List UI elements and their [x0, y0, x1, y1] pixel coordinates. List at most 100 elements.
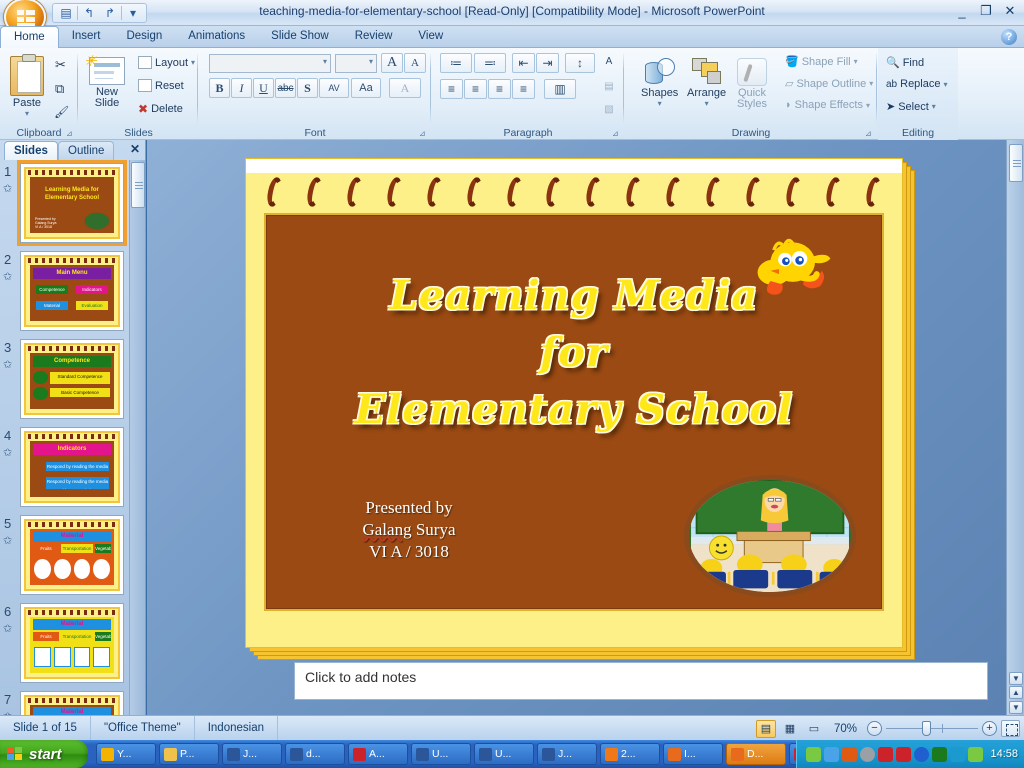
close-button[interactable]: ✕: [1002, 3, 1018, 19]
zoom-out-button[interactable]: −: [867, 721, 882, 736]
slide-area-scrollbar[interactable]: ▼ ▲ ▼: [1006, 140, 1024, 715]
shape-outline-button[interactable]: ▱ Shape Outline ▾: [785, 77, 873, 91]
taskbar-item[interactable]: J...: [537, 743, 597, 765]
taskbar-item[interactable]: J...: [222, 743, 282, 765]
thumbnail-image[interactable]: Material Fruits Transportation Vegetable…: [20, 515, 124, 595]
delete-button[interactable]: ✖ Delete: [138, 102, 183, 116]
scroll-down-icon[interactable]: ▼: [1009, 672, 1023, 685]
notes-pane[interactable]: Click to add notes: [294, 662, 988, 700]
taskbar-item[interactable]: P...: [159, 743, 219, 765]
shape-effects-button[interactable]: ◗ Shape Effects ▾: [785, 99, 870, 111]
strikethrough-button[interactable]: abc: [275, 78, 296, 98]
new-slide-button[interactable]: ✳ New Slide: [84, 53, 125, 109]
antivirus-icon[interactable]: [950, 746, 966, 762]
zoom-slider[interactable]: [886, 721, 978, 736]
panel-scrollbar-thumb[interactable]: [131, 162, 145, 208]
find-button[interactable]: 🔍 Find: [886, 56, 924, 70]
tab-home[interactable]: Home: [0, 26, 59, 48]
select-button[interactable]: ➤ Select ▾: [886, 100, 936, 114]
theme-status[interactable]: "Office Theme": [91, 715, 195, 741]
drawing-dialog-launcher[interactable]: ⊿: [865, 129, 874, 138]
slide-editing-area[interactable]: Learning Media for Elementary School Prese…: [147, 140, 1006, 715]
current-slide[interactable]: Learning Media for Elementary School Prese…: [245, 158, 915, 660]
italic-button[interactable]: I: [231, 78, 252, 98]
arrange-button[interactable]: Arrange ▾: [687, 58, 726, 108]
restore-button[interactable]: ❐: [978, 3, 994, 19]
quick-styles-button[interactable]: Quick Styles: [737, 58, 767, 110]
font-size-input[interactable]: [335, 54, 377, 73]
align-text-button[interactable]: ▤: [598, 76, 620, 96]
line-spacing-button[interactable]: ↕: [565, 53, 595, 73]
change-case-button[interactable]: Aa: [351, 78, 381, 98]
reset-button[interactable]: Reset: [138, 79, 184, 92]
columns-button[interactable]: ▥: [544, 79, 576, 99]
status-icon[interactable]: [860, 746, 876, 762]
taskbar-item-active[interactable]: D...: [726, 743, 786, 765]
network-error-icon-2[interactable]: [896, 746, 912, 762]
chevron-down-icon[interactable]: ▾: [866, 101, 870, 110]
slide-thumbnail-6[interactable]: 6 ✩ Material Fruits Transportation Veget…: [0, 600, 130, 688]
network-icon[interactable]: [806, 746, 822, 762]
network-error-icon[interactable]: [878, 746, 894, 762]
align-center-button[interactable]: ≡: [464, 79, 487, 99]
bullets-button[interactable]: ≔: [440, 53, 472, 73]
slide-count-status[interactable]: Slide 1 of 15: [0, 715, 91, 741]
text-shadow-button[interactable]: S: [297, 78, 318, 98]
view-slide-sorter-button[interactable]: ▦: [780, 720, 800, 738]
tab-animations[interactable]: Animations: [175, 26, 258, 48]
thumbnail-image[interactable]: Indicators Respond by reading the media …: [20, 427, 124, 507]
tab-insert[interactable]: Insert: [59, 26, 114, 48]
scrollbar-thumb[interactable]: [1009, 144, 1023, 182]
thumbnail-image[interactable]: Main Menu Competence Indicators Material…: [20, 251, 124, 331]
character-spacing-button[interactable]: AV: [319, 78, 349, 98]
tab-slide-show[interactable]: Slide Show: [258, 26, 342, 48]
font-name-input[interactable]: [209, 54, 331, 73]
shapes-button[interactable]: Shapes ▾: [641, 58, 678, 108]
language-status[interactable]: Indonesian: [195, 715, 278, 741]
chevron-down-icon[interactable]: ▾: [932, 102, 936, 111]
shrink-font-button[interactable]: A: [404, 53, 426, 73]
clock[interactable]: 14:58: [990, 748, 1018, 760]
zoom-level-label[interactable]: 70%: [828, 723, 863, 735]
text-direction-button[interactable]: A: [598, 51, 620, 71]
taskbar-item[interactable]: A...: [348, 743, 408, 765]
warning-icon[interactable]: [932, 746, 948, 762]
close-panel-icon[interactable]: ✕: [130, 142, 140, 156]
thumbnail-image[interactable]: Learning Media for Elementary School Pre…: [17, 160, 127, 246]
zoom-in-button[interactable]: +: [982, 721, 997, 736]
thumbnail-image[interactable]: Material: [20, 691, 124, 715]
bold-button[interactable]: B: [209, 78, 230, 98]
thumbnail-image[interactable]: Material Fruits Transportation Vegetable…: [20, 603, 124, 683]
tab-review[interactable]: Review: [342, 26, 406, 48]
start-button[interactable]: start: [0, 740, 88, 768]
help-icon[interactable]: ?: [1001, 29, 1017, 45]
paste-button[interactable]: Paste ▾: [10, 54, 44, 118]
tab-design[interactable]: Design: [113, 26, 175, 48]
align-right-button[interactable]: ≡: [488, 79, 511, 99]
thumbnail-image[interactable]: Competence Standard Competence Basic Com…: [20, 339, 124, 419]
numbering-button[interactable]: ≕: [474, 53, 506, 73]
underline-button[interactable]: U: [253, 78, 274, 98]
layout-button[interactable]: Layout ▾: [138, 56, 195, 69]
tab-slides[interactable]: Slides: [4, 141, 58, 160]
zoom-slider-handle[interactable]: [922, 721, 931, 736]
taskbar-item[interactable]: Y...: [96, 743, 156, 765]
previous-slide-button[interactable]: ▲: [1009, 686, 1023, 699]
slide-thumbnail-3[interactable]: 3 ✩ Competence Standard Competence Basic…: [0, 336, 130, 424]
taskbar-item[interactable]: U...: [474, 743, 534, 765]
slide-thumbnail-5[interactable]: 5 ✩ Material Fruits Transportation Veget…: [0, 512, 130, 600]
copy-button[interactable]: ⧉: [55, 81, 64, 97]
view-slide-show-button[interactable]: ▭: [804, 720, 824, 738]
view-normal-button[interactable]: ▤: [755, 719, 776, 738]
replace-button[interactable]: ab Replace ▾: [886, 78, 948, 90]
slide-thumbnail-2[interactable]: 2 ✩ Main Menu Competence Indicators Mate…: [0, 248, 130, 336]
presenter-text-box[interactable]: Presented by Galang Surya VI A / 3018: [314, 497, 504, 563]
slide-thumbnail-list[interactable]: 1 ✩ Learning Media for Elementary School…: [0, 160, 130, 715]
justify-button[interactable]: ≡: [512, 79, 535, 99]
clipboard-dialog-launcher[interactable]: ⊿: [66, 129, 75, 138]
chevron-down-icon[interactable]: ▾: [191, 58, 195, 67]
chevron-down-icon[interactable]: ▾: [705, 99, 709, 108]
minimize-button[interactable]: _: [954, 4, 970, 19]
font-dialog-launcher[interactable]: ⊿: [419, 129, 428, 138]
panel-scrollbar[interactable]: [129, 160, 145, 715]
